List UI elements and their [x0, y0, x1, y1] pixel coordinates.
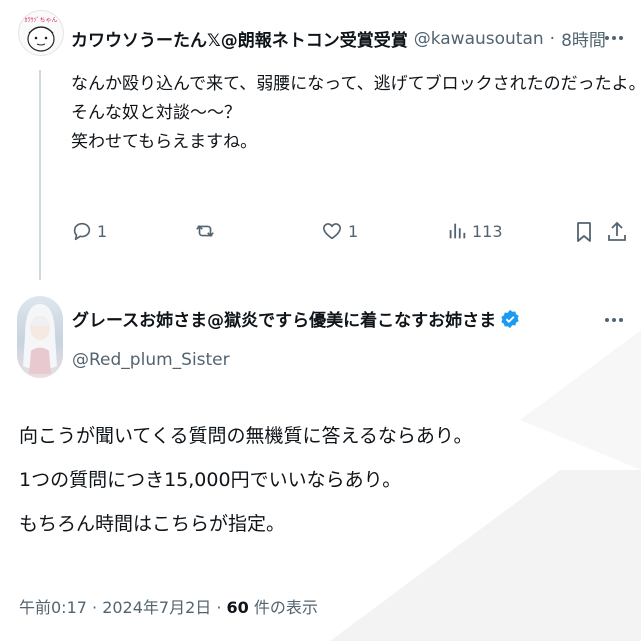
reply-author-name[interactable]: カワウソうーたん𝕏@朗報ネトコン受賞受賞 [71, 26, 408, 51]
main-tweet-text: 向こうが聞いてくる質問の無機質に答えるならあり。 1つの質問につき15,000円… [19, 420, 473, 540]
avatar-caption: ｶﾜｳｿﾞちゃん [24, 17, 57, 24]
tweet-timestamp[interactable]: 午前0:17 · 2024年7月2日 · [19, 598, 227, 617]
reply-tweet-header: カワウソうーたん𝕏@朗報ネトコン受賞受賞 @kawausoutan · 8時間 [71, 26, 606, 52]
reply-tweet-text: なんか殴り込んで来て、弱腰になって、逃げてブロックされたのだったよ。 そんな奴と… [71, 70, 641, 157]
main-author-name[interactable]: グレースお姉さま@獄炎ですら優美に着こなすお姉さま [72, 306, 496, 331]
reply-text-line: そんな奴と対談〜〜？ [71, 103, 241, 123]
reply-author-avatar[interactable]: ｶﾜｳｿﾞちゃん [18, 10, 64, 56]
share-button[interactable] [606, 220, 628, 244]
verified-badge-icon [501, 309, 519, 328]
reply-author-handle[interactable]: @kawausoutan [414, 29, 544, 49]
reply-text-line: なんか殴り込んで来て、弱腰になって、逃げてブロックされたのだったよ。 [71, 74, 641, 94]
bookmark-button[interactable] [574, 220, 594, 244]
main-text-line: 1つの質問につき15,000円でいいならあり。 [19, 469, 402, 491]
like-button[interactable]: 1 [320, 220, 358, 242]
header-separator: · [549, 28, 556, 49]
like-count: 1 [348, 221, 359, 241]
bookmark-icon [577, 222, 591, 242]
main-author-avatar[interactable] [17, 296, 63, 378]
views-button[interactable]: 113 [446, 220, 503, 242]
tweet-meta: 午前0:17 · 2024年7月2日 · 60 件の表示 [19, 594, 318, 618]
main-text-line: 向こうが聞いてくる質問の無機質に答えるならあり。 [19, 425, 473, 447]
more-icon[interactable] [605, 318, 623, 322]
main-text-line: もちろん時間はこちらが指定。 [19, 513, 286, 535]
reply-icon [73, 222, 91, 241]
reply-text-line: 笑わせてもらえますね。 [71, 132, 258, 152]
like-icon [322, 223, 342, 240]
reply-count: 1 [97, 221, 108, 241]
view-label: 件の表示 [248, 598, 318, 617]
reply-time[interactable]: 8時間 [561, 26, 606, 51]
main-tweet-header: グレースお姉さま@獄炎ですら優美に着こなすお姉さま [72, 306, 520, 331]
more-icon[interactable] [605, 36, 623, 40]
retweet-icon [196, 225, 214, 237]
views-icon [449, 223, 466, 239]
thread-connector-line [39, 70, 41, 280]
retweet-button[interactable] [193, 220, 221, 242]
main-author-handle[interactable]: @Red_plum_Sister [72, 350, 230, 370]
view-count: 60 [226, 598, 249, 617]
views-count: 113 [472, 221, 503, 241]
share-icon [608, 221, 626, 241]
reply-button[interactable]: 1 [71, 220, 107, 242]
